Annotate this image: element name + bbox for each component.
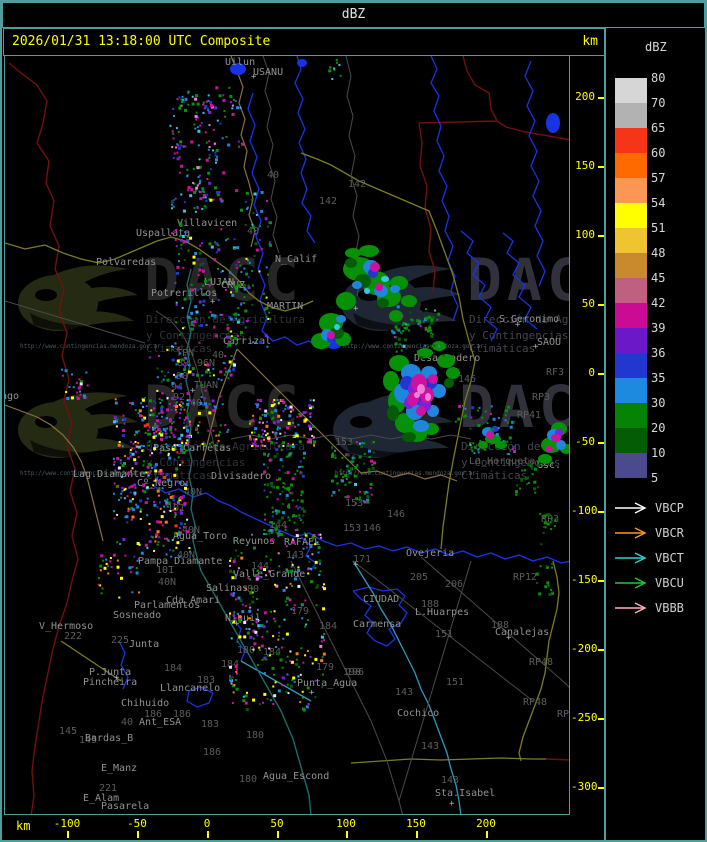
panel-divider (604, 28, 606, 840)
vector-legend-label: VBCP (655, 501, 684, 515)
bottom-axis-unit: km (16, 819, 31, 833)
bottom-axis-tick (137, 831, 139, 838)
right-axis-tick-label: -100 (571, 504, 598, 517)
dbz-scale-swatch (615, 353, 647, 378)
dbz-scale-tick-label: 57 (651, 171, 666, 185)
bottom-axis-tick-label: 200 (476, 817, 496, 830)
right-axis-tick-label: -150 (571, 573, 598, 586)
page-title: dBZ (341, 7, 366, 22)
dbz-scale-tick-label: 5 (651, 471, 659, 485)
dbz-scale-swatch (615, 103, 647, 128)
dbz-scale-swatch (615, 328, 647, 353)
radar-composite-screen: dBZ 2026/01/31 13:18:00 UTC Composite km… (0, 0, 707, 842)
dbz-scale-swatch (615, 78, 647, 103)
dbz-scale-swatch (615, 428, 647, 453)
dbz-scale-swatch (615, 178, 647, 203)
right-axis-tick-label: -250 (571, 711, 598, 724)
dbz-scale-swatch (615, 403, 647, 428)
bottom-axis-tick-label: -100 (53, 817, 81, 830)
right-axis-tick-label: 150 (575, 159, 595, 172)
bottom-axis-tick (207, 831, 209, 838)
dbz-scale-swatch (615, 128, 647, 153)
bottom-axis-tick-label: -50 (127, 817, 147, 830)
bottom-axis-tick-label: 150 (406, 817, 426, 830)
bottom-axis-tick (67, 831, 69, 838)
bottom-axis-tick (416, 831, 418, 838)
right-axis-tick-label: 100 (575, 228, 595, 241)
dbz-scale-tick-label: 36 (651, 346, 666, 360)
bottom-axis-tick-label: 50 (270, 817, 284, 830)
dbz-scale-tick-label: 48 (651, 246, 666, 260)
legend-panel: dBZ 80 70 65 60 57 54 51 48 45 42 39 36 35 30 20 10 5 VB… (607, 28, 705, 838)
dbz-scale-swatch (615, 203, 647, 228)
dbz-scale-swatch (615, 303, 647, 328)
dbz-scale-swatch (615, 278, 647, 303)
vector-legend-label: VBBB (655, 601, 684, 615)
dbz-scale-tick-label: 54 (651, 196, 666, 210)
vector-arrow-icon (615, 602, 647, 614)
vector-legend-label: VBCU (655, 576, 684, 590)
dbz-scale-tick-label: 65 (651, 121, 666, 135)
dbz-scale-tick-label: 35 (651, 371, 666, 385)
dbz-scale-tick-label: 39 (651, 321, 666, 335)
title-bar: dBZ (2, 2, 705, 28)
dbz-scale-swatch (615, 453, 647, 478)
bottom-axis-tick-label: 100 (336, 817, 356, 830)
vector-legend-label: VBCR (655, 526, 684, 540)
right-axis-tick-label: -200 (571, 642, 598, 655)
dbz-scale-tick-label: 70 (651, 96, 666, 110)
right-axis-tick-label: -50 (575, 435, 595, 448)
vector-arrow-icon (615, 552, 647, 564)
right-axis-tick-label: -300 (571, 780, 598, 793)
vector-arrow-icon (615, 502, 647, 514)
radar-echoes-layer (61, 59, 569, 712)
dbz-scale-tick-label: 45 (651, 271, 666, 285)
timestamp: 2026/01/31 13:18:00 UTC Composite (12, 34, 271, 49)
info-bar: 2026/01/31 13:18:00 UTC Composite km (3, 28, 606, 56)
dbz-scale-swatch (615, 153, 647, 178)
dbz-scale-tick-label: 80 (651, 71, 666, 85)
right-axis: 200 150 100 50 0 -50 -100 -150 -200 -250 -300 (571, 55, 605, 815)
dbz-scale-tick-label: 60 (651, 146, 666, 160)
dbz-scale-tick-label: 30 (651, 396, 666, 410)
radar-map: DACC Dirección de Agricultura y Contingenc… (4, 55, 570, 815)
dbz-scale-swatch (615, 228, 647, 253)
bottom-axis-tick-label: 0 (203, 817, 211, 830)
km-unit-label: km (582, 34, 598, 49)
bottom-axis: km -100 -50 0 50 100 150 200 (4, 816, 604, 840)
right-axis-tick-label: 0 (588, 366, 595, 379)
vector-arrow-icon (615, 577, 647, 589)
dbz-scale-tick-label: 51 (651, 221, 666, 235)
dbz-scale-tick-label: 20 (651, 421, 666, 435)
dbz-scale-swatch (615, 253, 647, 278)
dbz-scale-tick-label: 10 (651, 446, 666, 460)
bottom-axis-tick (346, 831, 348, 838)
dbz-scale-title: dBZ (645, 40, 667, 54)
dbz-scale-swatch (615, 378, 647, 403)
bottom-axis-tick (486, 831, 488, 838)
vector-legend-label: VBCT (655, 551, 684, 565)
dbz-scale-tick-label: 42 (651, 296, 666, 310)
right-axis-tick-label: 50 (581, 297, 595, 310)
vector-arrow-icon (615, 527, 647, 539)
bottom-axis-tick (277, 831, 279, 838)
right-axis-tick-label: 200 (575, 90, 595, 103)
